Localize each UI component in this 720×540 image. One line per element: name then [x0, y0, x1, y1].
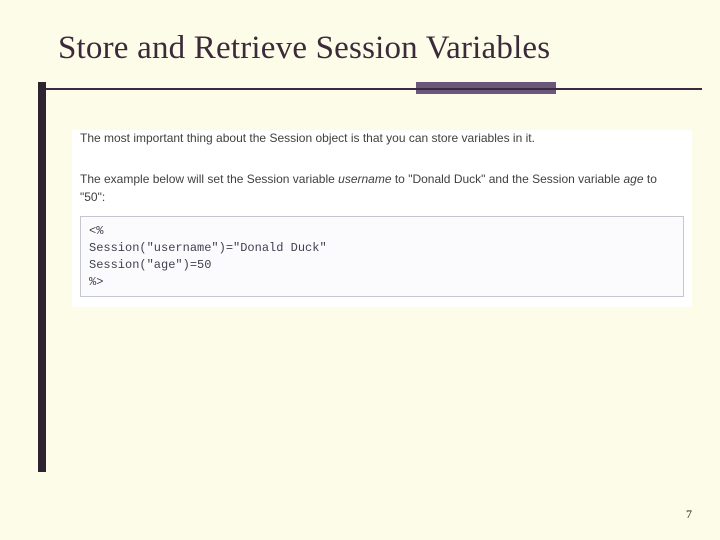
- title-rule: [38, 82, 702, 100]
- code-block: <% Session("username")="Donald Duck" Ses…: [80, 216, 684, 297]
- paragraph-2: The example below will set the Session v…: [72, 167, 692, 210]
- left-vertical-bar: [38, 82, 46, 472]
- slide: Store and Retrieve Session Variables The…: [0, 0, 720, 540]
- slide-title: Store and Retrieve Session Variables: [58, 30, 550, 67]
- p2-var-age: age: [624, 172, 644, 186]
- paragraph-1: The most important thing about the Sessi…: [72, 130, 692, 151]
- horizontal-rule: [38, 88, 702, 90]
- spacer: [72, 151, 692, 167]
- p2-var-username: username: [338, 172, 391, 186]
- content-panel: The most important thing about the Sessi…: [72, 130, 692, 307]
- p2-text-a: The example below will set the Session v…: [80, 172, 338, 186]
- page-number: 7: [686, 507, 692, 522]
- p2-text-b: to "Donald Duck" and the Session variabl…: [392, 172, 624, 186]
